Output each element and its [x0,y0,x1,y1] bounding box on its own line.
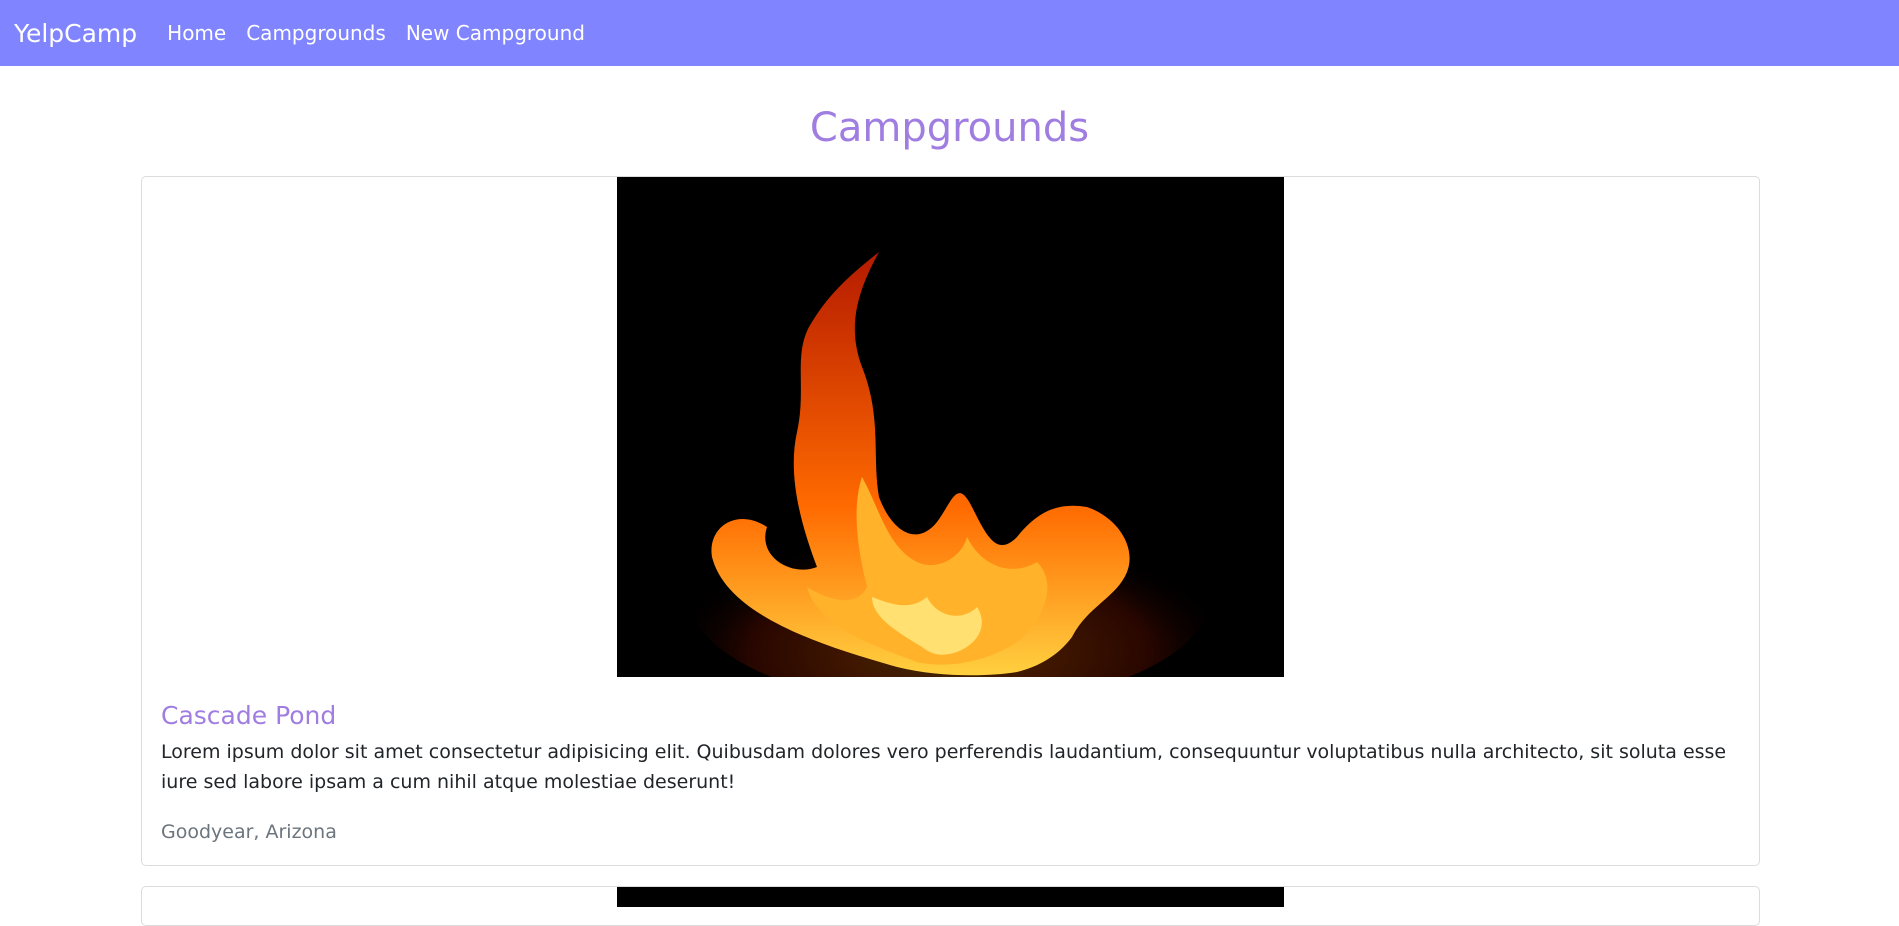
campground-description: Lorem ipsum dolor sit amet consectetur a… [161,741,1727,793]
navbar: YelpCamp Home Campgrounds New Campground [0,0,1899,66]
nav-link-new-campground[interactable]: New Campground [406,21,585,45]
brand-link[interactable]: YelpCamp [14,19,137,48]
campground-location: Goodyear, Arizona [161,821,337,843]
nav-link-campgrounds[interactable]: Campgrounds [246,21,386,45]
page-title: Campgrounds [809,105,1090,151]
nav-link-home[interactable]: Home [167,21,226,45]
campground-card: Cascade Pond Lorem ipsum dolor sit amet … [141,176,1760,866]
campground-image [617,887,1284,907]
campground-card [141,886,1760,926]
campground-image [617,177,1284,677]
campfire-image [617,177,1284,677]
campground-title[interactable]: Cascade Pond [161,701,336,731]
